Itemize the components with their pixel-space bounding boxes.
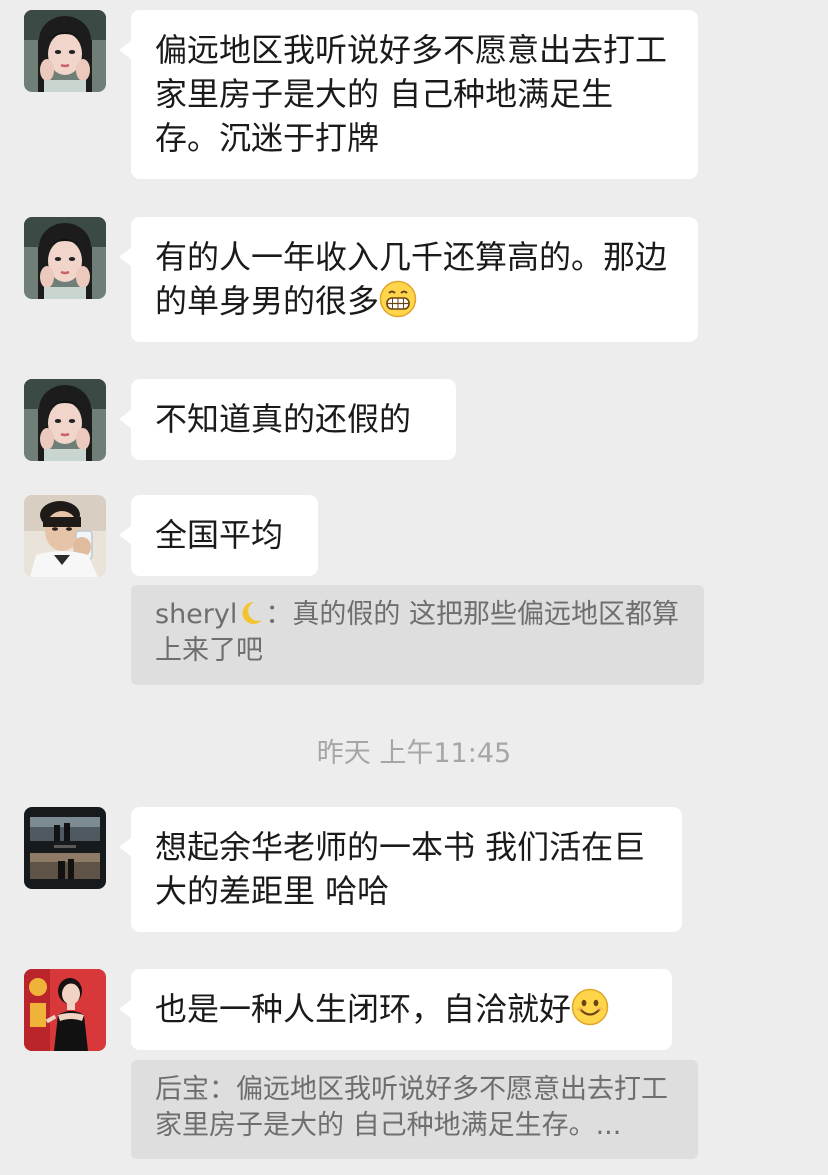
- quoted-reply[interactable]: 后宝：偏远地区我听说好多不愿意出去打工 家里房子是大的 自己种地满足生存。...: [131, 1060, 698, 1159]
- quote-separator: ：: [265, 599, 293, 630]
- smiling-face-emoji: [571, 988, 609, 1026]
- timestamp-divider: 昨天 上午11:45: [316, 738, 512, 769]
- message-bubble[interactable]: 也是一种人生闭环，自洽就好: [119, 969, 672, 1050]
- message-bubble[interactable]: 偏远地区我听说好多不愿意出去打工 家里房子是大的 自己种地满足生存。沉迷于打牌: [119, 10, 698, 179]
- message-text: 想起余华老师的一本书 我们活在巨大的差距里 哈哈: [155, 828, 646, 910]
- quote-sender: sheryl: [155, 599, 238, 630]
- message-text: 偏远地区我听说好多不愿意出去打工 家里房子是大的 自己种地满足生存。沉迷于打牌: [155, 31, 668, 157]
- woman-ancient-costume-avatar[interactable]: [24, 10, 106, 92]
- movie-stills-avatar[interactable]: [24, 807, 106, 889]
- message-text: 也是一种人生闭环，自洽就好: [155, 990, 572, 1028]
- man-drinking-avatar[interactable]: [24, 495, 106, 577]
- woman-ancient-costume-avatar[interactable]: [24, 379, 106, 461]
- message-text: 全国平均: [155, 516, 284, 554]
- grinning-teeth-emoji: [379, 280, 417, 318]
- woman-black-dress-avatar[interactable]: [24, 969, 106, 1051]
- crescent-moon-emoji: [237, 599, 265, 627]
- message-bubble[interactable]: 有的人一年收入几千还算高的。那边的单身男的很多: [119, 217, 698, 342]
- quote-separator: ：: [209, 1074, 236, 1105]
- quoted-reply[interactable]: sheryl ：真的假的 这把那些偏远地区都算上来了吧: [131, 585, 704, 685]
- woman-ancient-costume-avatar[interactable]: [24, 217, 106, 299]
- message-bubble[interactable]: 想起余华老师的一本书 我们活在巨大的差距里 哈哈: [119, 807, 682, 932]
- message-bubble[interactable]: 全国平均: [119, 495, 318, 576]
- chat-history[interactable]: 偏远地区我听说好多不愿意出去打工 家里房子是大的 自己种地满足生存。沉迷于打牌: [0, 0, 828, 1175]
- message-text: 不知道真的还假的: [155, 400, 412, 438]
- message-bubble[interactable]: 不知道真的还假的: [119, 379, 456, 460]
- quote-sender: 后宝: [155, 1074, 209, 1105]
